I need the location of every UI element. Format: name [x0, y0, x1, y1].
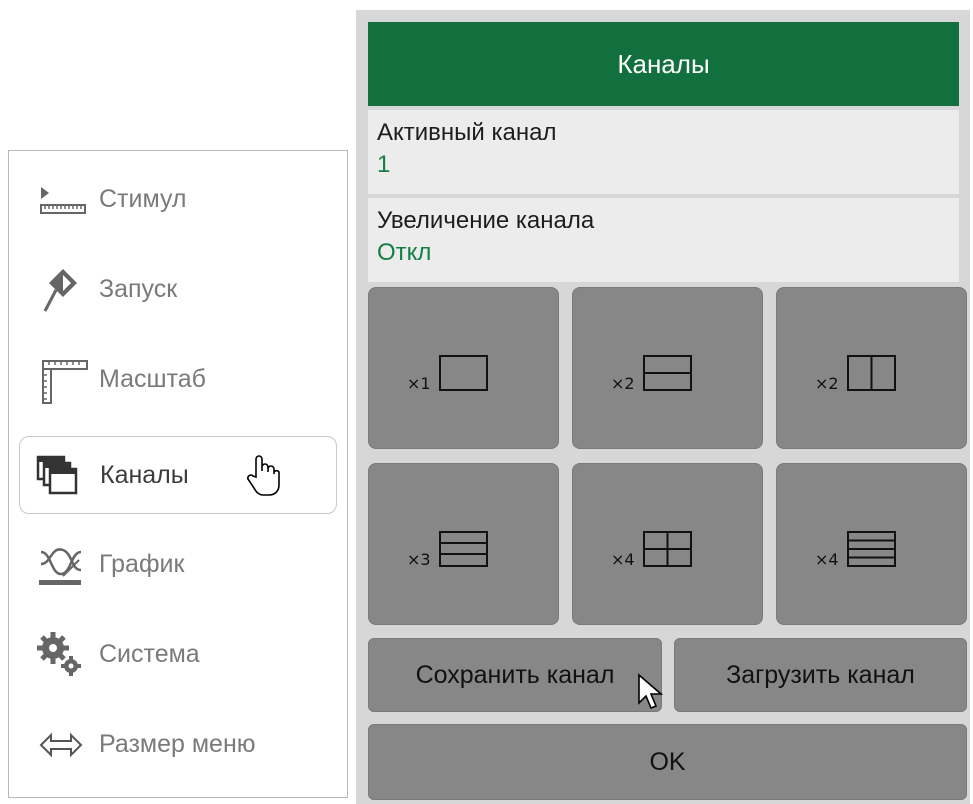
hand-pointer-cursor-icon	[247, 455, 280, 496]
svg-text:×3: ×3	[407, 550, 431, 569]
menu-label-stimulus: Стимул	[99, 185, 187, 213]
scale-ruler-icon	[42, 360, 88, 404]
svg-text:×4: ×4	[611, 550, 635, 569]
save-channel-label: Сохранить канал	[415, 660, 615, 689]
channel-zoom-field[interactable]: Увеличение канала Откл	[368, 198, 959, 282]
save-channel-button[interactable]: Сохранить канал	[368, 638, 664, 712]
menu-label-menu-size: Размер меню	[99, 730, 256, 758]
menu-item-menu-size[interactable]: Размер меню	[19, 706, 337, 784]
menu-item-trace[interactable]: График	[19, 526, 337, 604]
side-menu: Стимул Запуск Масштаб Каналы График Сист…	[8, 150, 348, 798]
layout-4-horizontal-button[interactable]: ×4	[776, 463, 967, 625]
menu-item-trigger[interactable]: Запуск	[19, 251, 337, 329]
channel-zoom-label: Увеличение канала	[377, 207, 595, 234]
layout-1-icon: ×1	[407, 355, 488, 393]
load-channel-label: Загрузить канал	[726, 660, 915, 689]
menu-item-channels[interactable]: Каналы	[19, 436, 337, 514]
menu-label-trace: График	[99, 550, 185, 578]
stimulus-ruler-icon	[40, 187, 86, 214]
layout-2-vertical-icon: ×2	[815, 355, 896, 393]
layout-3-horizontal-icon: ×3	[407, 531, 488, 569]
active-channel-value: 1	[377, 151, 391, 178]
svg-text:×1: ×1	[407, 374, 431, 393]
layout-4-grid-button[interactable]: ×4	[572, 463, 763, 625]
layout-4-grid-icon: ×4	[611, 531, 692, 569]
panel-title: Каналы	[368, 22, 959, 106]
channels-panel: Каналы Активный канал 1 Увеличение канал…	[356, 10, 970, 804]
menu-item-stimulus[interactable]: Стимул	[19, 161, 337, 239]
channel-zoom-value: Откл	[377, 239, 432, 266]
menu-item-scale[interactable]: Масштаб	[19, 341, 337, 419]
menu-label-channels: Каналы	[100, 461, 189, 489]
svg-text:×2: ×2	[611, 374, 635, 393]
arrow-pointer-cursor-icon	[638, 673, 664, 710]
system-gears-icon	[37, 632, 81, 676]
trigger-diamond-icon	[43, 269, 77, 312]
trace-graph-icon	[39, 548, 82, 585]
menu-label-trigger: Запуск	[99, 275, 178, 303]
layout-1-button[interactable]: ×1	[368, 287, 559, 449]
svg-text:×2: ×2	[815, 374, 839, 393]
channels-windows-icon	[36, 455, 78, 495]
ok-label: OK	[649, 747, 686, 776]
menu-item-system[interactable]: Система	[19, 616, 337, 694]
layout-2-horizontal-icon: ×2	[611, 355, 692, 393]
ok-button[interactable]: OK	[368, 724, 967, 800]
layout-2-vertical-button[interactable]: ×2	[776, 287, 967, 449]
layout-2-horizontal-button[interactable]: ×2	[572, 287, 763, 449]
layout-3-horizontal-button[interactable]: ×3	[368, 463, 559, 625]
layout-4-horizontal-icon: ×4	[815, 531, 896, 569]
menu-label-system: Система	[99, 640, 200, 668]
svg-text:×4: ×4	[815, 550, 839, 569]
menu-label-scale: Масштаб	[99, 365, 206, 393]
double-arrow-icon	[39, 732, 83, 758]
load-channel-button[interactable]: Загрузить канал	[674, 638, 967, 712]
active-channel-label: Активный канал	[377, 119, 557, 146]
active-channel-field[interactable]: Активный канал 1	[368, 110, 959, 194]
